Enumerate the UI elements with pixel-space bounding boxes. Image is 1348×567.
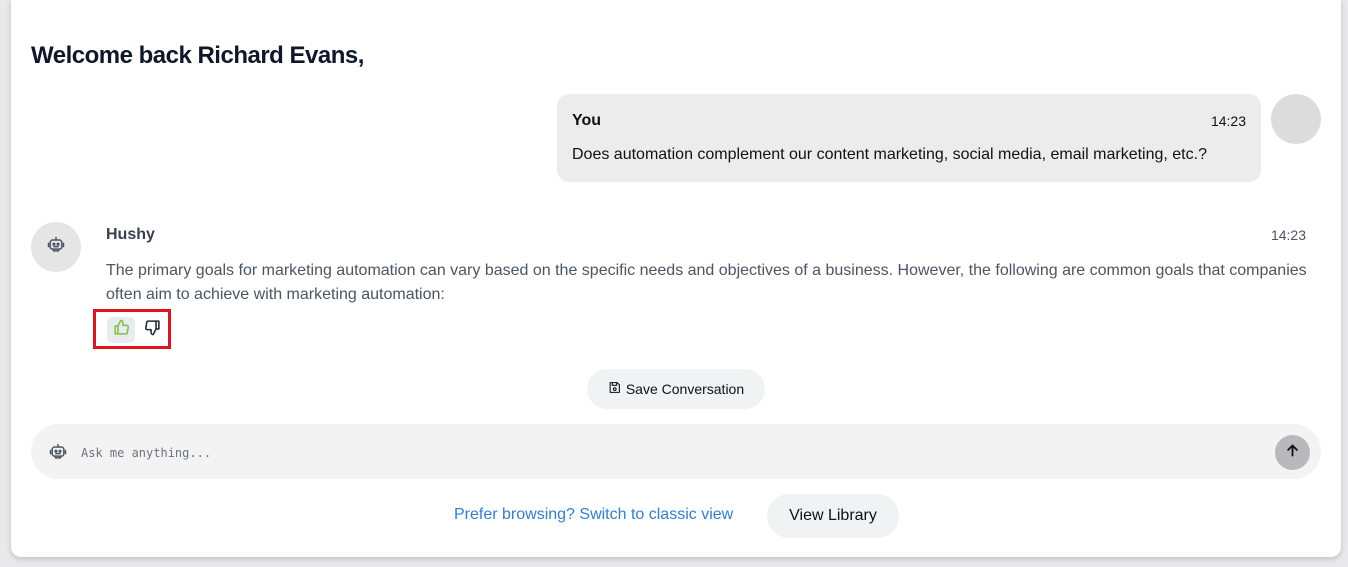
bot-avatar [31,222,81,272]
chat-panel: Welcome back Richard Evans, You 14:23 Do… [11,0,1341,557]
thumbs-up-button[interactable] [107,317,135,343]
thumbs-down-icon [144,319,161,341]
robot-icon [47,441,69,463]
user-message-bubble: You 14:23 Does automation complement our… [557,94,1261,182]
bot-message-text: The primary goals for marketing automati… [106,262,1307,303]
view-library-button[interactable]: View Library [767,494,899,538]
user-message-text: Does automation complement our content m… [572,146,1207,163]
chat-input[interactable] [79,438,1233,467]
feedback-buttons [93,309,171,349]
user-avatar [1271,94,1321,144]
bot-message-sender: Hushy [106,226,155,243]
send-button[interactable] [1275,435,1310,470]
arrow-up-icon [1285,443,1300,463]
chat-input-bar [31,424,1321,479]
switch-classic-view-link[interactable]: Prefer browsing? Switch to classic view [454,506,733,524]
robot-icon [46,235,66,260]
save-icon [608,381,621,397]
user-message-time: 14:23 [1210,113,1246,129]
bot-message-time: 14:23 [1270,227,1306,243]
thumbs-up-icon [113,319,130,341]
welcome-heading: Welcome back Richard Evans, [31,42,364,69]
save-conversation-label: Save Conversation [625,381,745,397]
save-conversation-button[interactable]: Save Conversation [587,369,765,409]
user-message-sender: You [572,112,602,129]
thumbs-down-button[interactable] [138,317,166,343]
